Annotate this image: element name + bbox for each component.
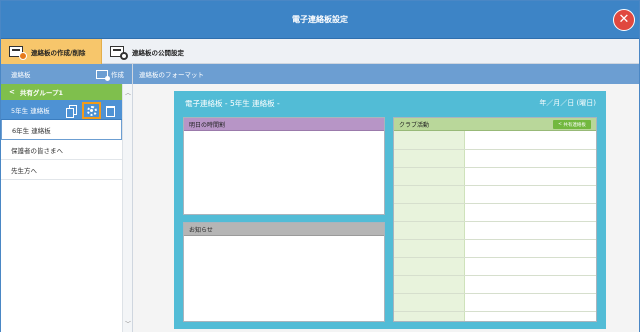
tab-create-delete-label: 連絡板の作成/削除 [31, 48, 86, 57]
notice-panel-header: お知らせ [184, 223, 384, 236]
table-row [394, 221, 596, 222]
club-table [394, 131, 596, 321]
schedule-panel-header: 明日の時間割 [184, 118, 384, 131]
club-panel-header: クラブ活動 < 共有連絡板 [394, 118, 596, 131]
sidebar-item-grade5[interactable]: 5年生 連絡板 [1, 100, 122, 120]
club-panel-title: クラブ活動 [399, 121, 430, 129]
sidebar-item-label: 5年生 連絡板 [11, 106, 50, 115]
trash-icon[interactable] [106, 106, 115, 117]
sidebar-item-teachers[interactable]: 先生方へ [1, 160, 122, 180]
board-title: 電子連絡板 - 5年生 連絡板 - [185, 99, 280, 108]
sidebar: 連絡板 作成 < 共有グループ1 5年生 連絡板 6年生 連絡板 保護者の皆さま… [1, 64, 133, 332]
club-panel[interactable]: クラブ活動 < 共有連絡板 [393, 117, 597, 322]
table-row [394, 149, 596, 150]
table-row [394, 293, 596, 294]
chevron-up-icon[interactable]: ︿ [125, 88, 131, 97]
shared-board-button[interactable]: < 共有連絡板 [553, 120, 591, 129]
shared-board-label: 共有連絡板 [563, 122, 586, 128]
sidebar-item-label: 6年生 連絡板 [12, 126, 51, 135]
sidebar-item-parents[interactable]: 保護者の皆さまへ [1, 140, 122, 160]
gear-icon [86, 105, 97, 116]
sidebar-item-grade6[interactable]: 6年生 連絡板 [1, 120, 122, 140]
share-icon: < [9, 88, 15, 96]
sidebar-title: 連絡板 [11, 71, 31, 79]
table-row [394, 311, 596, 312]
board-date: 年／月／日 (曜日) [539, 99, 596, 107]
group-header[interactable]: < 共有グループ1 [1, 84, 122, 100]
window-title: 電子連絡板設定 [292, 15, 348, 24]
copy-icon[interactable] [66, 104, 78, 118]
schedule-panel[interactable]: 明日の時間割 [183, 117, 385, 215]
table-row [394, 275, 596, 276]
close-icon: ✕ [618, 12, 630, 27]
table-row [394, 185, 596, 186]
share-icon: < [558, 122, 562, 127]
sidebar-scrollbar[interactable]: ︿ ﹀ [122, 84, 132, 332]
create-button[interactable]: 作成 [96, 69, 124, 81]
board-settings-icon [110, 45, 128, 60]
create-button-label: 作成 [111, 71, 124, 79]
group-label: 共有グループ1 [19, 89, 64, 97]
sidebar-header: 連絡板 作成 [1, 64, 132, 84]
table-row [394, 167, 596, 168]
board-preview: 電子連絡板 - 5年生 連絡板 - 年／月／日 (曜日) 明日の時間割 お知らせ… [174, 91, 606, 329]
board-create-icon [96, 69, 110, 81]
settings-window: 電子連絡板設定 ✕ 連絡板の作成/削除 連絡板の公開設定 連絡板 作成 < 共有… [0, 0, 640, 332]
notice-panel[interactable]: お知らせ [183, 222, 385, 322]
table-row [394, 257, 596, 258]
title-bar: 電子連絡板設定 ✕ [1, 1, 639, 39]
main-header: 連絡板のフォーマット [133, 64, 639, 84]
tab-publish-settings[interactable]: 連絡板の公開設定 [102, 39, 222, 64]
chevron-down-icon[interactable]: ﹀ [125, 319, 131, 328]
close-button[interactable]: ✕ [613, 9, 635, 31]
table-row [394, 203, 596, 204]
tab-publish-settings-label: 連絡板の公開設定 [132, 48, 184, 57]
board-add-icon [9, 45, 27, 60]
format-area: 電子連絡板 - 5年生 連絡板 - 年／月／日 (曜日) 明日の時間割 お知らせ… [133, 84, 639, 332]
tab-create-delete[interactable]: 連絡板の作成/削除 [1, 39, 102, 64]
settings-button[interactable] [82, 102, 101, 119]
table-row [394, 239, 596, 240]
main-header-label: 連絡板のフォーマット [139, 71, 204, 79]
sidebar-item-label: 保護者の皆さまへ [11, 146, 63, 155]
sidebar-item-label: 先生方へ [11, 166, 37, 175]
tab-bar: 連絡板の作成/削除 連絡板の公開設定 [1, 39, 639, 64]
